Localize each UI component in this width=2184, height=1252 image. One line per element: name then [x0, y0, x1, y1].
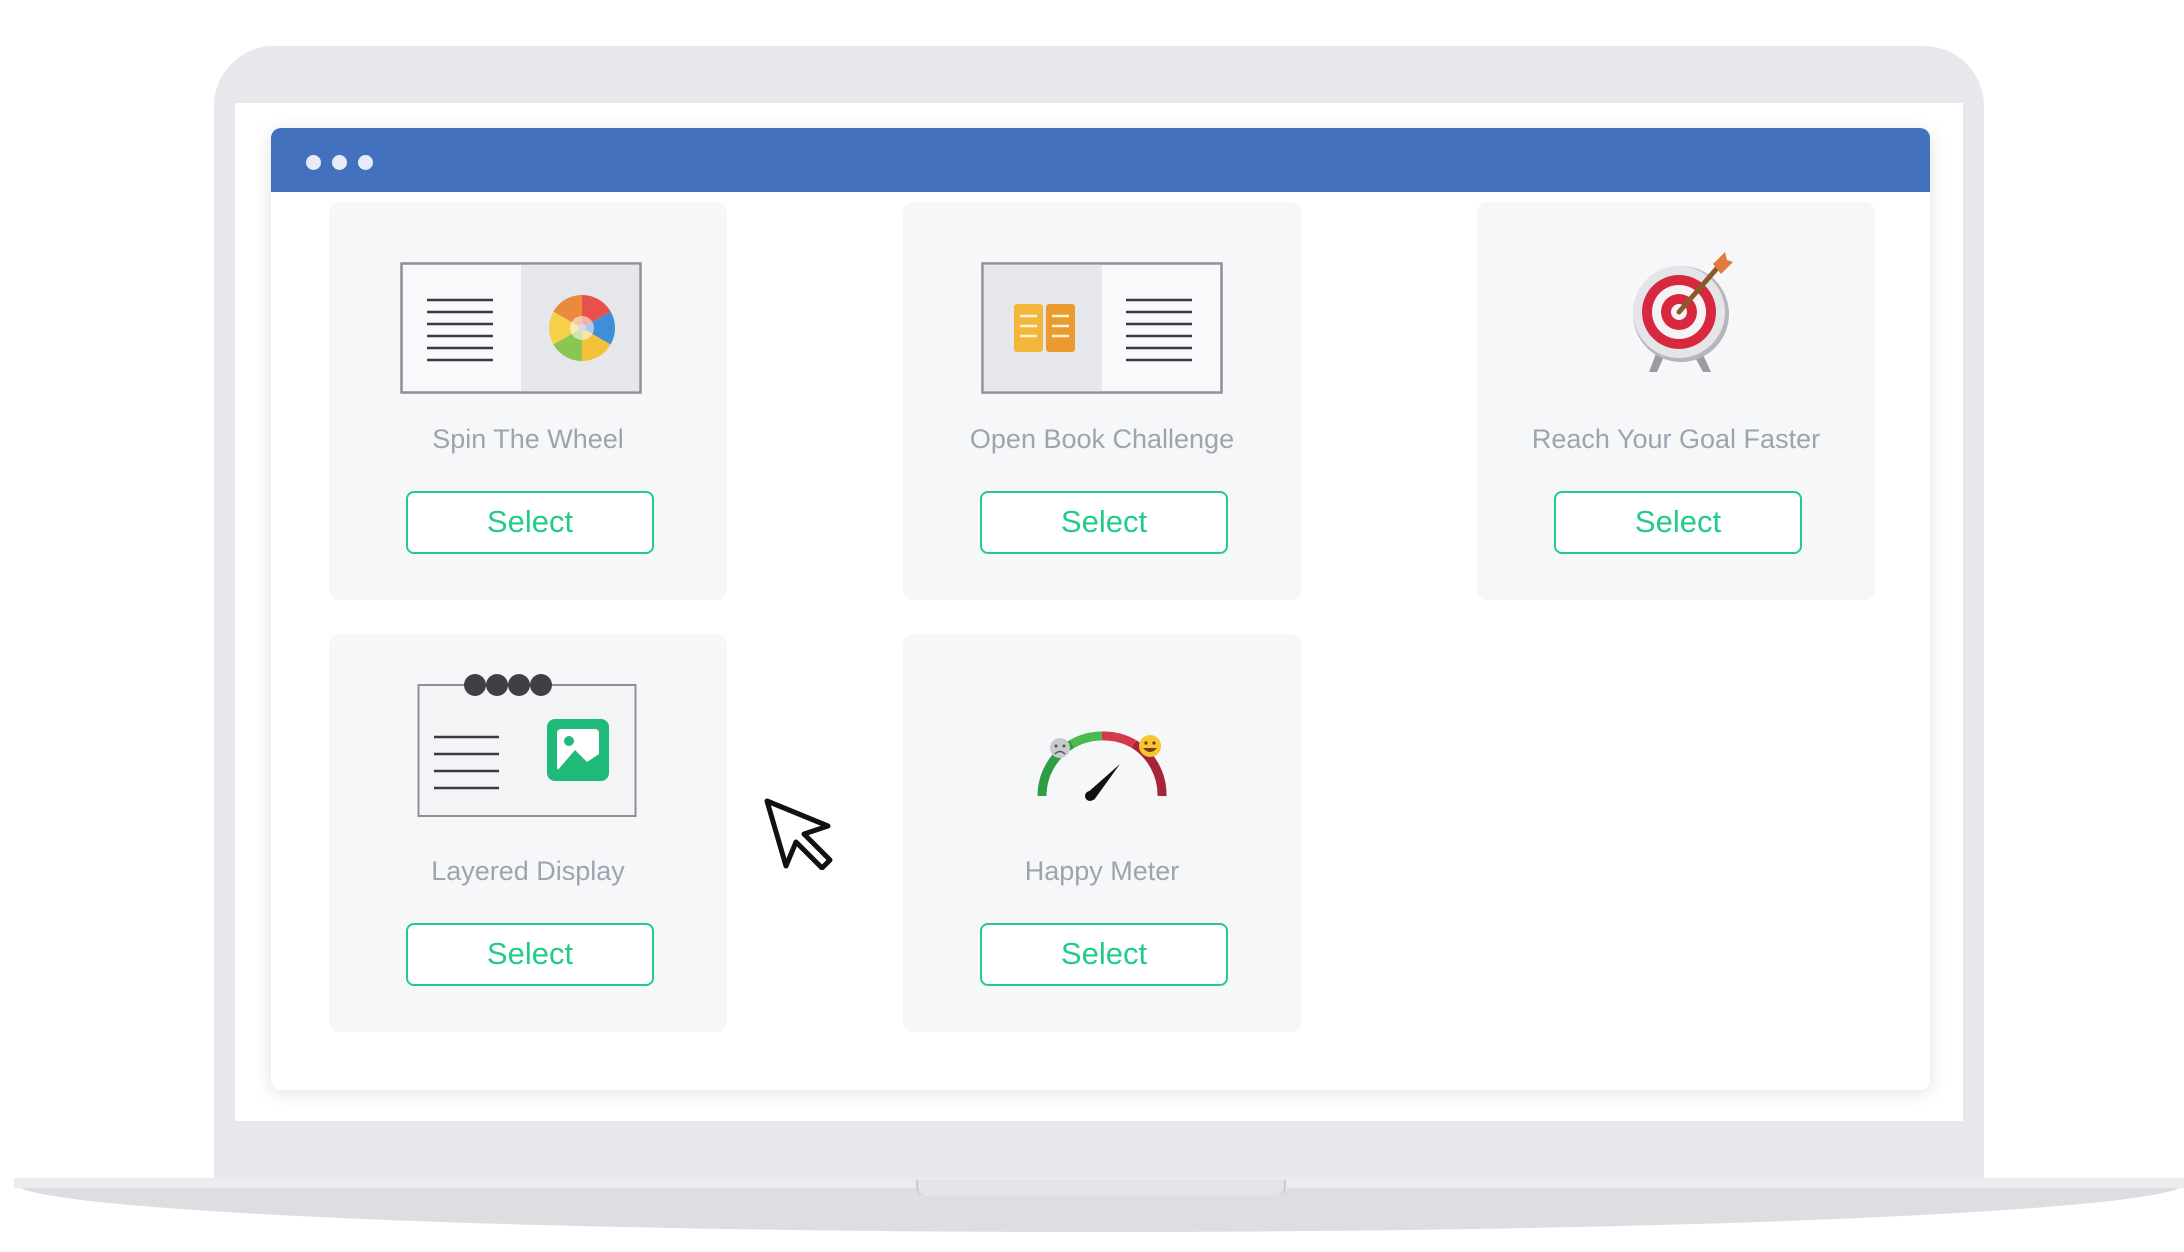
card-label: Open Book Challenge: [969, 424, 1235, 454]
select-button[interactable]: Select: [980, 491, 1228, 554]
select-button[interactable]: Select: [980, 923, 1228, 986]
template-card-layered-display[interactable]: Layered Display Select: [329, 634, 727, 1032]
template-card-happy-meter[interactable]: Happy Meter Select: [903, 634, 1301, 1032]
template-card-reach-your-goal-faster[interactable]: Reach Your Goal Faster Select: [1477, 202, 1875, 600]
card-label: Reach Your Goal Faster: [1531, 424, 1821, 454]
target-icon: [1633, 252, 1733, 372]
select-button[interactable]: Select: [406, 491, 654, 554]
layered-display-icon: [417, 674, 637, 817]
template-card-spin-the-wheel[interactable]: Spin The Wheel Select: [329, 202, 727, 600]
happy-meter-icon: [1037, 731, 1167, 801]
window-control-dot[interactable]: [332, 155, 347, 170]
template-card-open-book-challenge[interactable]: Open Book Challenge Select: [903, 202, 1301, 600]
open-book-icon: [981, 262, 1223, 394]
card-label: Layered Display: [431, 856, 625, 886]
card-label: Happy Meter: [1024, 856, 1180, 886]
spin-wheel-icon: [400, 262, 642, 394]
select-button[interactable]: Select: [406, 923, 654, 986]
window-control-dot[interactable]: [306, 155, 321, 170]
laptop-notch: [916, 1180, 1286, 1196]
select-button[interactable]: Select: [1554, 491, 1802, 554]
window-control-dot[interactable]: [358, 155, 373, 170]
browser-window: Spin The Wheel Select Open Book Challeng…: [271, 128, 1930, 1090]
card-label: Spin The Wheel: [432, 424, 624, 454]
window-titlebar: [271, 128, 1930, 192]
mouse-pointer-icon: [764, 798, 833, 870]
